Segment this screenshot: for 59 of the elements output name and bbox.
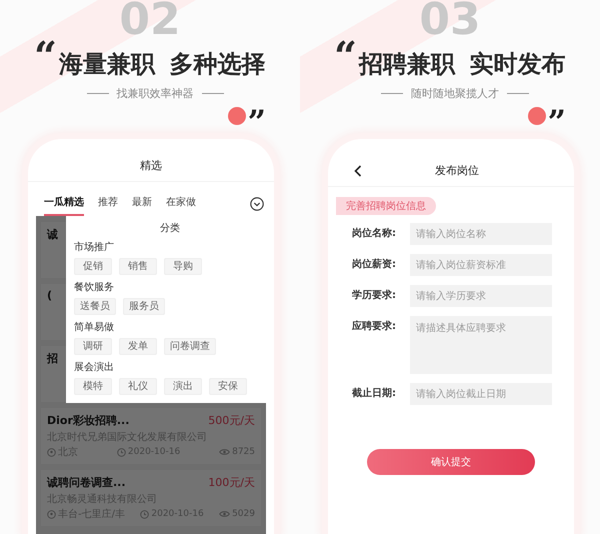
job-title: 诚 — [47, 227, 58, 242]
tab[interactable]: 推荐 — [98, 192, 118, 216]
field-label: 岗位薪资: — [352, 258, 397, 272]
location-icon — [47, 448, 56, 456]
circle-decoration — [528, 107, 546, 125]
clock-icon — [140, 510, 150, 518]
screen-title: 发布岗位 — [434, 163, 480, 178]
subtitle: 随时随地聚揽人才 — [411, 86, 499, 101]
job-pay: 100元/天 — [208, 475, 255, 490]
job-title: ( — [47, 289, 52, 302]
input-field[interactable]: 请输入学历要求 — [410, 285, 552, 307]
subtitle: 找兼职效率神器 — [116, 86, 194, 101]
category-tag[interactable]: 促销 — [74, 258, 112, 275]
tab[interactable]: 最新 — [132, 192, 152, 216]
headline: 海量兼职 多种选择 — [59, 50, 266, 78]
location-icon — [47, 510, 56, 518]
category-tag[interactable]: 问卷调查 — [164, 338, 216, 355]
category-tag[interactable]: 发单 — [119, 338, 157, 355]
eye-icon — [219, 448, 230, 456]
dropdown-title: 分类 — [159, 222, 181, 235]
input-field[interactable]: 请输入岗位薪资标准 — [410, 254, 552, 276]
clock-icon — [116, 448, 126, 456]
section-badge: 完善招聘岗位信息 — [336, 197, 436, 215]
category-heading: 简单易做 — [74, 321, 115, 334]
category-tag[interactable]: 模特 — [74, 378, 112, 395]
field-label: 岗位名称: — [352, 226, 397, 241]
headline: 招聘兼职 实时发布 — [359, 50, 566, 78]
category-heading: 餐饮服务 — [74, 281, 115, 294]
eye-icon — [219, 510, 230, 518]
quote-mark: ” — [548, 109, 566, 135]
quote-mark: “ — [34, 40, 58, 74]
category-tag[interactable]: 送餐员 — [74, 298, 116, 315]
circle-decoration — [228, 107, 246, 125]
tab[interactable]: 在家做 — [166, 192, 196, 216]
screen-title: 精选 — [139, 159, 163, 173]
category-tag[interactable]: 销售 — [119, 258, 157, 275]
input-field[interactable]: 请输入岗位名称 — [410, 223, 552, 245]
job-pay: 500元/天 — [208, 413, 255, 428]
category-tag[interactable]: 服务员 — [123, 298, 165, 315]
back-icon[interactable] — [354, 164, 362, 176]
field-label: 应聘要求: — [352, 319, 397, 334]
quote-mark: ” — [248, 109, 266, 135]
category-tag[interactable]: 导购 — [164, 258, 202, 275]
field-label: 截止日期: — [352, 386, 397, 401]
category-heading: 展会演出 — [74, 361, 115, 374]
category-tag[interactable]: 安保 — [209, 378, 247, 395]
chevron-down-icon[interactable] — [250, 197, 264, 211]
category-tag[interactable]: 礼仪 — [119, 378, 157, 395]
job-title: 诚聘问卷调查... — [47, 475, 126, 490]
field-label: 学历要求: — [352, 288, 397, 303]
category-heading: 市场推广 — [74, 241, 115, 254]
category-tag[interactable]: 调研 — [74, 338, 112, 355]
quote-mark: “ — [334, 40, 358, 74]
category-tag[interactable]: 演出 — [164, 378, 202, 395]
submit-button[interactable]: 确认提交 — [367, 449, 535, 475]
job-title: Dior彩妆招聘... — [47, 413, 130, 428]
text-area[interactable]: 请描述具体应聘要求 — [410, 316, 552, 374]
job-title: 招 — [47, 351, 58, 366]
input-field[interactable]: 请输入岗位截止日期 — [410, 383, 552, 405]
